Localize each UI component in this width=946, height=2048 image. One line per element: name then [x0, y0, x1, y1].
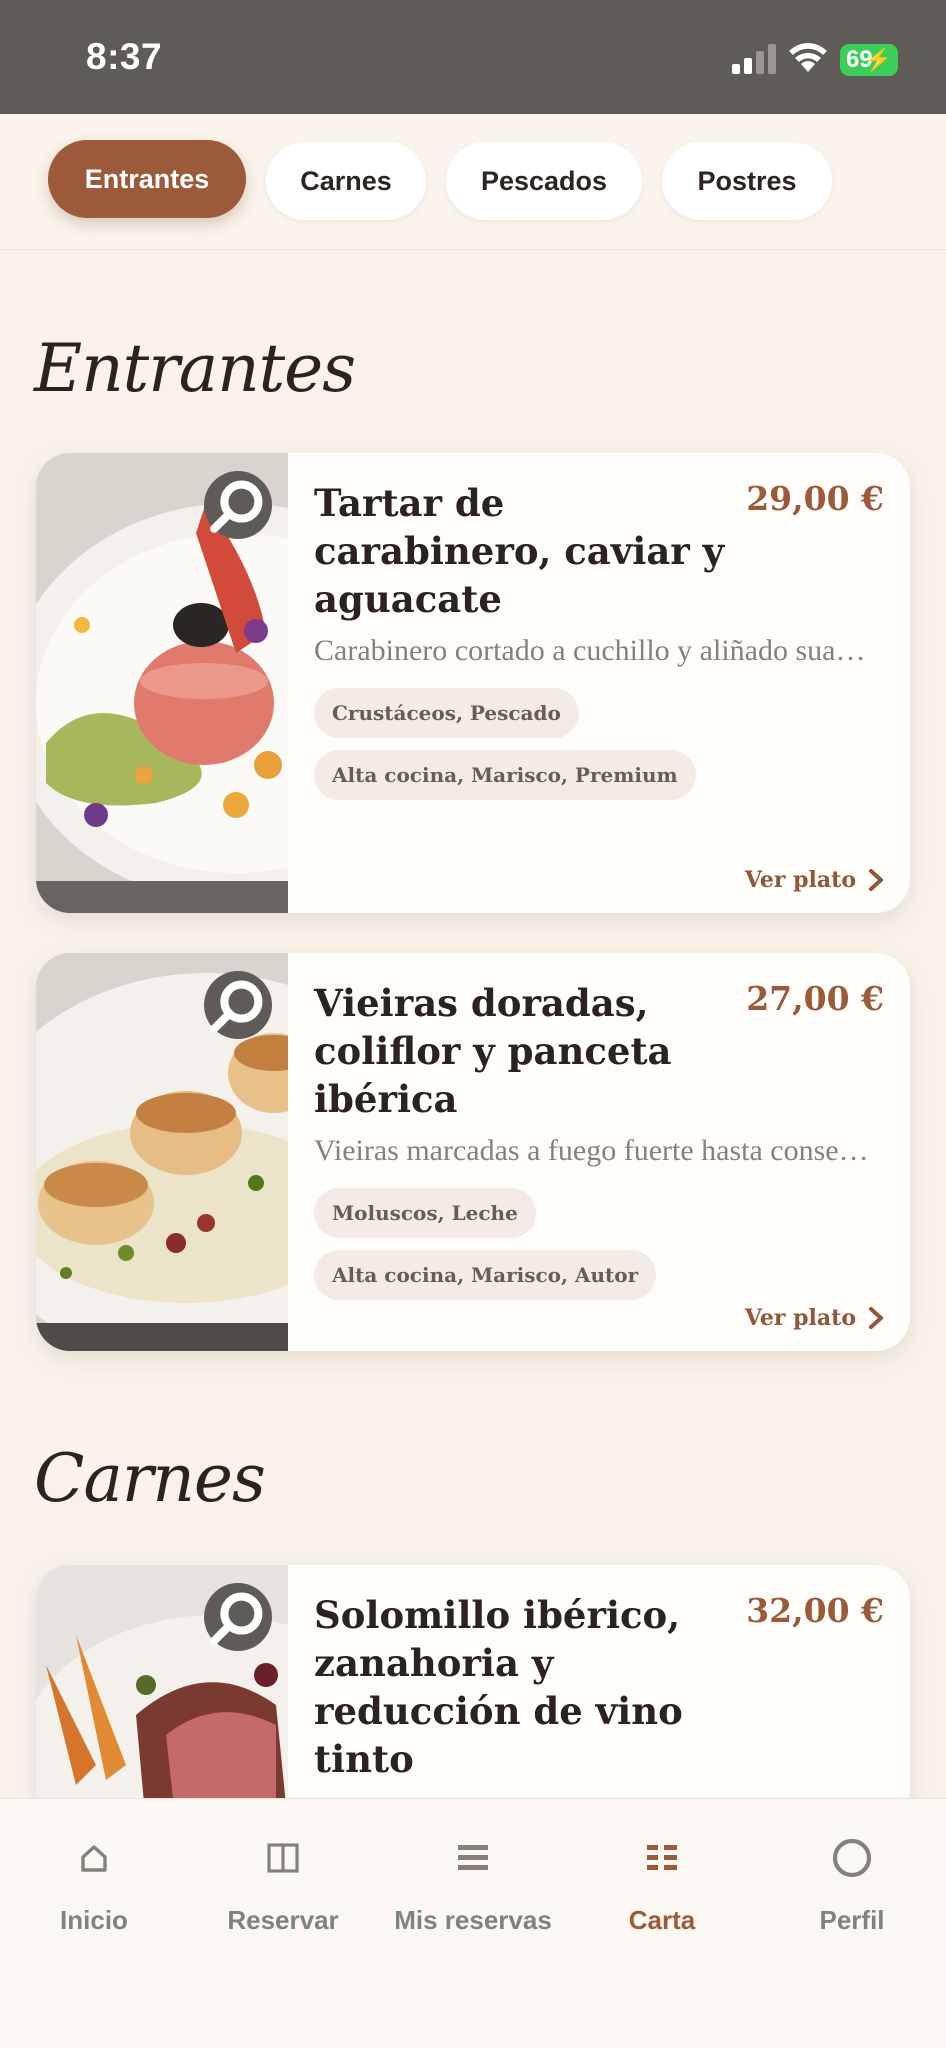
search-icon	[210, 480, 263, 533]
dish-name: Solomillo ibérico, zanahoria y reducción…	[314, 1593, 683, 1781]
view-dish-link[interactable]: Ver plato	[745, 867, 884, 893]
style-tag: Alta cocina, Marisco, Premium	[314, 750, 696, 800]
category-tabs: Entrantes Carnes Pescados Postres	[0, 114, 946, 250]
dish-image[interactable]	[36, 453, 288, 913]
dish-price: 29,00 €	[746, 479, 884, 518]
menu-grid-icon	[647, 1845, 677, 1870]
wifi-icon	[789, 43, 827, 72]
tab-carta[interactable]: Carta	[572, 1827, 752, 1936]
status-bar: 8:37 69 ⚡	[0, 0, 946, 114]
dish-description: Vieiras marcadas a fuego fuerte hasta co…	[314, 1134, 880, 1167]
home-icon	[81, 1845, 107, 1872]
dish-name: Tartar de carabinero, caviar y aguacate	[314, 481, 725, 621]
tab-label: Carta	[628, 1905, 696, 1935]
list-icon	[458, 1845, 488, 1870]
chevron-right-icon	[869, 1307, 883, 1329]
tab-reservar[interactable]: Reservar	[193, 1827, 373, 1936]
style-tag: Alta cocina, Marisco, Autor	[314, 1250, 657, 1300]
dish-price: 27,00 €	[746, 979, 884, 1018]
dish-info: Solomillo ibérico, zanahoria y reducción…	[314, 1591, 884, 1783]
dish-card[interactable]: Solomillo ibérico, zanahoria y reducción…	[36, 1565, 910, 1825]
tab-perfil[interactable]: Perfil	[762, 1827, 942, 1936]
zoom-button[interactable]	[204, 1583, 272, 1651]
allergen-tag: Crustáceos, Pescado	[314, 688, 579, 738]
section-title-carnes: Carnes	[34, 1440, 266, 1517]
view-dish-link[interactable]: Ver plato	[745, 1305, 884, 1331]
allergen-tag: Moluscos, Leche	[314, 1188, 536, 1238]
dish-name: Vieiras doradas, coliflor y panceta ibér…	[314, 981, 672, 1121]
cellular-signal-icon	[732, 44, 776, 74]
book-icon	[267, 1843, 299, 1873]
category-chip-entrantes[interactable]: Entrantes	[48, 140, 246, 218]
dish-card[interactable]: Vieiras doradas, coliflor y panceta ibér…	[36, 953, 910, 1351]
section-title-entrantes: Entrantes	[34, 330, 356, 407]
tab-mis-reservas[interactable]: Mis reservas	[383, 1827, 563, 1936]
tab-inicio[interactable]: Inicio	[4, 1827, 184, 1936]
dish-tags: Alta cocina, Marisco, Premium	[314, 750, 884, 800]
bottom-tab-bar: Inicio Reservar Mis reservas Carta Perfi…	[0, 1798, 946, 2048]
view-dish-label: Ver plato	[744, 1305, 856, 1331]
tab-label: Perfil	[819, 1905, 885, 1935]
view-dish-label: Ver plato	[744, 867, 856, 893]
tab-label: Mis reservas	[394, 1905, 552, 1935]
dish-tags: Moluscos, Leche Alta cocina, Marisco, Au…	[314, 1188, 884, 1300]
category-chip-carnes[interactable]: Carnes	[266, 142, 426, 220]
zoom-button[interactable]	[204, 971, 272, 1039]
dish-card[interactable]: Tartar de carabinero, caviar y aguacate …	[36, 453, 910, 913]
profile-circle-icon	[832, 1838, 872, 1878]
dish-info: Vieiras doradas, coliflor y panceta ibér…	[314, 979, 884, 1300]
battery-icon: 69 ⚡	[840, 44, 898, 76]
dish-price: 32,00 €	[746, 1591, 884, 1630]
dish-image[interactable]	[36, 1565, 288, 1825]
tab-label: Reservar	[227, 1905, 339, 1935]
category-chip-postres[interactable]: Postres	[662, 142, 832, 220]
zoom-button[interactable]	[204, 471, 272, 539]
chevron-right-icon	[869, 869, 883, 891]
search-icon	[210, 1592, 263, 1645]
search-icon	[210, 980, 263, 1033]
status-time: 8:37	[86, 36, 163, 77]
dish-tags: Crustáceos, Pescado	[314, 688, 884, 738]
dish-description: Carabinero cortado a cuchillo y aliñado …	[314, 634, 880, 667]
charging-bolt-icon: ⚡	[864, 47, 892, 72]
dish-info: Tartar de carabinero, caviar y aguacate …	[314, 479, 884, 800]
tab-label: Inicio	[60, 1905, 128, 1935]
category-chip-pescados[interactable]: Pescados	[446, 142, 642, 220]
dish-image[interactable]	[36, 953, 288, 1351]
